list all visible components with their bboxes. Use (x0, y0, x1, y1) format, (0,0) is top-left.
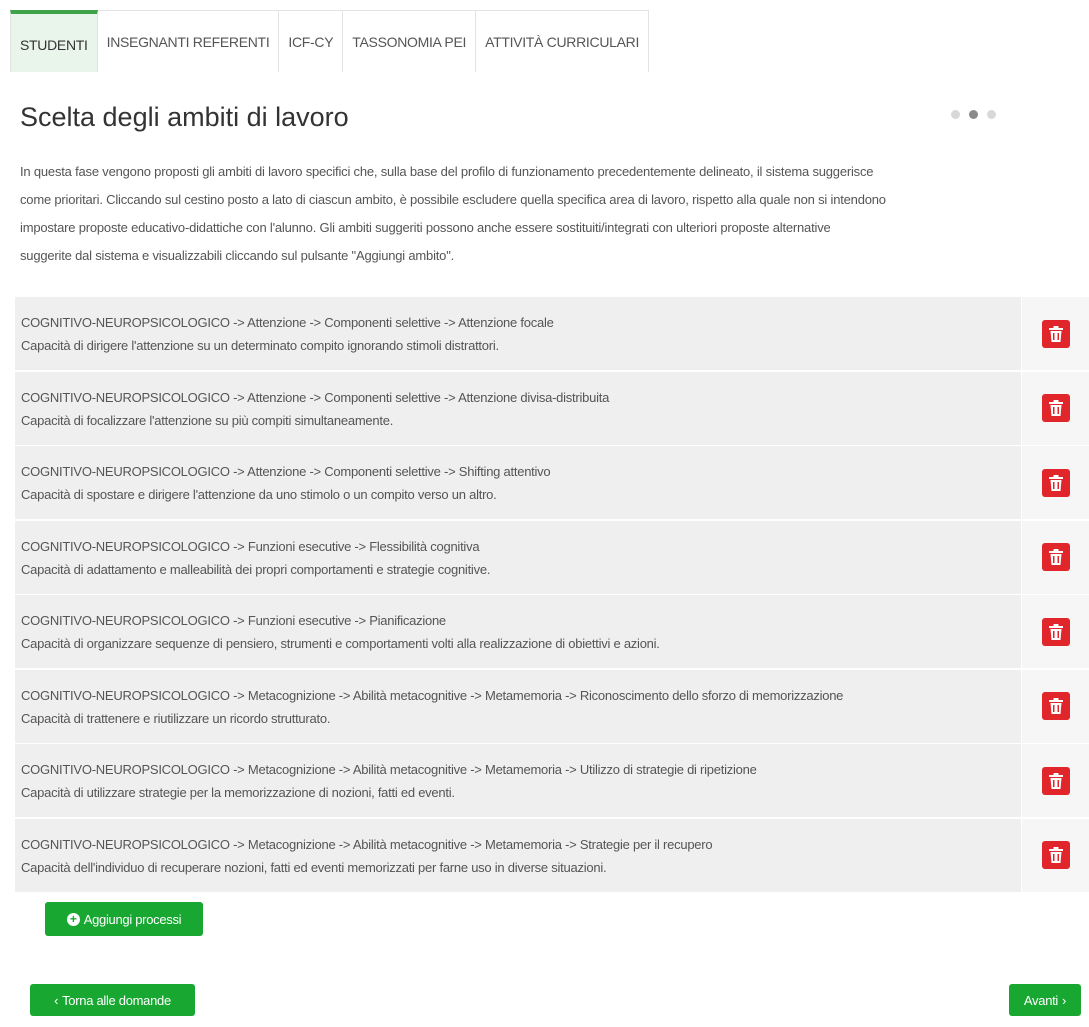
item-description: Capacità di focalizzare l'attenzione su … (21, 412, 394, 428)
item-path: COGNITIVO-NEUROPSICOLOGICO -> Metacogniz… (21, 687, 844, 703)
item-path: COGNITIVO-NEUROPSICOLOGICO -> Attenzione… (21, 315, 554, 330)
item-description: Capacità di utilizzare strategie per la … (21, 785, 455, 800)
list-item: COGNITIVO-NEUROPSICOLOGICO -> Attenzione… (15, 297, 1089, 370)
trash-icon (1048, 772, 1063, 789)
next-label: Avanti (1023, 992, 1059, 1008)
delete-item-button[interactable] (1041, 841, 1070, 869)
delete-item-button[interactable] (1041, 617, 1070, 646)
chevron-right-icon: › (1062, 992, 1067, 1008)
tab-attivita-curriculari[interactable]: ATTIVITÀ CURRICULARI (476, 10, 650, 72)
delete-item-button[interactable] (1041, 394, 1070, 422)
list-item: COGNITIVO-NEUROPSICOLOGICO -> Metacogniz… (15, 818, 1089, 892)
trash-icon (1048, 474, 1063, 491)
item-description: Capacità di dirigere l'attenzione su un … (21, 338, 499, 353)
work-area-list: COGNITIVO-NEUROPSICOLOGICO -> Attenzione… (15, 297, 1089, 893)
trash-icon (1048, 549, 1063, 565)
next-button[interactable]: Avanti › (1009, 984, 1081, 1016)
intro-line: come prioritari. Cliccando sul cestino p… (20, 192, 886, 207)
back-to-questions-button[interactable]: ‹ Torna alle domande (30, 984, 195, 1016)
intro-line: In questa fase vengono proposti gli ambi… (20, 164, 874, 179)
item-path: COGNITIVO-NEUROPSICOLOGICO -> Attenzione… (21, 389, 610, 405)
item-path: COGNITIVO-NEUROPSICOLOGICO -> Funzioni e… (21, 538, 480, 554)
item-description: Capacità di trattenere e riutilizzare un… (21, 710, 331, 726)
delete-item-button[interactable] (1041, 319, 1070, 348)
list-item: COGNITIVO-NEUROPSICOLOGICO -> Funzioni e… (15, 595, 1089, 668)
item-path: COGNITIVO-NEUROPSICOLOGICO -> Attenzione… (21, 464, 551, 479)
step-dot-3 (987, 110, 996, 119)
trash-icon (1048, 847, 1063, 863)
intro-line: suggerite dal sistema e visualizzabili c… (20, 248, 455, 263)
item-description: Capacità di adattamento e malleabilità d… (21, 561, 491, 577)
delete-item-button[interactable] (1041, 766, 1070, 795)
delete-item-button[interactable] (1041, 543, 1070, 571)
delete-item-button[interactable] (1041, 692, 1070, 720)
tab-insegnanti-referenti[interactable]: INSEGNANTI REFERENTI (97, 10, 280, 72)
trash-icon (1048, 400, 1063, 416)
list-item: COGNITIVO-NEUROPSICOLOGICO -> Attenzione… (15, 371, 1089, 445)
step-indicator (951, 110, 996, 119)
step-dot-2-active (969, 110, 978, 119)
trash-icon (1048, 698, 1063, 714)
tab-icf-cy[interactable]: ICF-CY (279, 10, 344, 72)
back-label: Torna alle domande (62, 992, 171, 1008)
item-path: COGNITIVO-NEUROPSICOLOGICO -> Metacogniz… (21, 836, 713, 852)
step-dot-1 (951, 110, 960, 119)
add-processes-button[interactable]: + Aggiungi processi (45, 902, 203, 936)
intro-text: In questa fase vengono proposti gli ambi… (20, 158, 1080, 270)
trash-icon (1048, 623, 1063, 640)
list-item: COGNITIVO-NEUROPSICOLOGICO -> Funzioni e… (15, 520, 1089, 594)
tab-studenti[interactable]: STUDENTI (10, 10, 98, 72)
plus-circle-icon: + (66, 912, 80, 926)
page-title: Scelta degli ambiti di lavoro (20, 102, 349, 132)
list-item: COGNITIVO-NEUROPSICOLOGICO -> Attenzione… (15, 446, 1089, 519)
add-processes-label: Aggiungi processi (83, 911, 182, 927)
list-item: COGNITIVO-NEUROPSICOLOGICO -> Metacogniz… (15, 669, 1089, 743)
chevron-left-icon: ‹ (54, 992, 59, 1008)
tab-bar: STUDENTI INSEGNANTI REFERENTI ICF-CY TAS… (10, 10, 650, 72)
item-description: Capacità di organizzare sequenze di pens… (21, 636, 660, 651)
list-item: COGNITIVO-NEUROPSICOLOGICO -> Metacogniz… (15, 744, 1089, 817)
item-path: COGNITIVO-NEUROPSICOLOGICO -> Metacogniz… (21, 762, 757, 777)
trash-icon (1048, 325, 1063, 342)
tab-tassonomia-pei[interactable]: TASSONOMIA PEI (343, 10, 477, 72)
intro-line: impostare proposte educativo-didattiche … (20, 220, 831, 235)
item-description: Capacità di spostare e dirigere l'attenz… (21, 487, 497, 502)
item-path: COGNITIVO-NEUROPSICOLOGICO -> Funzioni e… (21, 613, 446, 628)
delete-item-button[interactable] (1041, 468, 1070, 497)
item-description: Capacità dell'individuo di recuperare no… (21, 859, 607, 875)
